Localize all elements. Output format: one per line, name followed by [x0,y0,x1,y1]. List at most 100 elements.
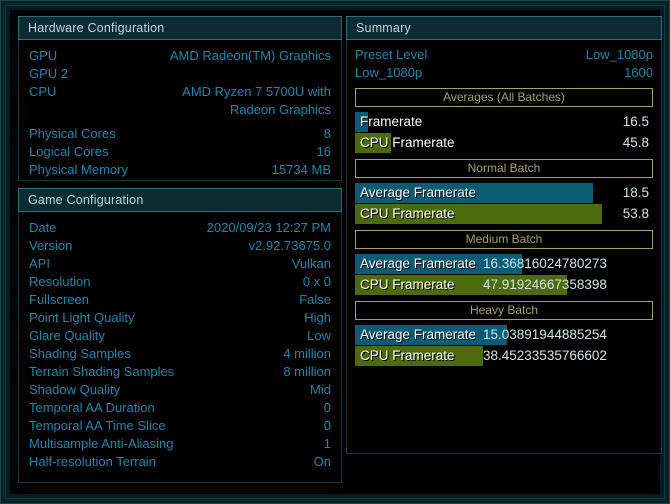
game-configuration-value: On [313,454,331,469]
game-configuration-label: Glare Quality [29,328,105,343]
metric-bar-value: 47.91924667358398 [483,277,607,292]
hardware-configuration-label: GPU 2 [29,66,69,81]
metric-bar-row: Average Framerate 16.36816024780273 [355,254,653,274]
hardware-configuration-value: Radeon Graphics [229,102,331,117]
game-configuration-row: Point Light Quality High [29,309,331,327]
metric-bar-row: CPU Framerate 38.45233535766602 [355,346,653,366]
hardware-configuration-label: CPU [29,84,57,99]
summary-section-header: Averages (All Batches) [355,88,653,107]
hardware-configuration-row: Radeon Graphics [29,101,331,119]
game-configuration-row: Version v2.92.73675.0 [29,237,331,255]
metric-bar-row: CPU Framerate 53.8 [355,204,653,224]
game-configuration-label: Point Light Quality [29,310,135,325]
hardware-configuration-label: GPU [29,48,58,63]
game-configuration-row: Shadow Quality Mid [29,381,331,399]
hardware-configuration-body: GPU AMD Radeon(TM) Graphics GPU 2 CPU AMD Ry… [18,40,342,181]
game-configuration-row: Temporal AA Time Slice 0 [29,417,331,435]
game-configuration-row: Multisample Anti-Aliasing 1 [29,435,331,453]
summary-preset-row: Low_1080p 1600 [355,64,653,82]
game-configuration-value: 0 x 0 [302,274,331,289]
summary-body: Preset Level Low_1080p Low_1080p 1600 Avera… [346,40,662,454]
metric-bar-label: Average Framerate [360,327,477,342]
game-configuration-row: Date 2020/09/23 12:27 PM [29,219,331,237]
metric-bar-label: CPU Framerate [360,206,455,221]
hardware-configuration-label: Logical Cores [29,144,109,159]
hardware-configuration-row: Physical Cores 8 [29,125,331,143]
hardware-configuration-row: GPU 2 [29,65,331,83]
summary-preset-value: Low_1080p [585,47,653,62]
metric-bar-value: 16.5 [622,114,649,129]
summary-preset-row: Preset Level Low_1080p [355,46,653,64]
game-configuration-label: Resolution [29,274,91,289]
metric-bar-row: Average Framerate 15.03891944885254 [355,325,653,345]
metric-bar-row: Average Framerate 18.5 [355,183,653,203]
summary-sections: Averages (All Batches) Framerate 16.5 CPU F… [355,88,653,366]
game-configuration-row: Resolution 0 x 0 [29,273,331,291]
game-configuration-label: Temporal AA Time Slice [29,418,166,433]
game-configuration-value: 4 million [283,346,331,361]
game-configuration-label: Fullscreen [29,292,89,307]
game-configuration-value: High [304,310,331,325]
hardware-configuration-title: Hardware Configuration [18,16,342,40]
game-configuration-row: Glare Quality Low [29,327,331,345]
game-configuration-value: v2.92.73675.0 [248,238,331,253]
game-configuration-label: Temporal AA Duration [29,400,155,415]
game-configuration-value: Vulkan [291,256,331,271]
summary-preset-value: 1600 [624,65,653,80]
hardware-configuration-value: 8 [323,126,331,141]
game-configuration-value: 1 [323,436,331,451]
hardware-configuration-row: Physical Memory 15734 MB [29,161,331,179]
window-inner-frame: Hardware Configuration GPU AMD Radeon(TM)… [5,5,665,499]
metric-bar-label: Average Framerate [360,185,477,200]
game-configuration-label: Terrain Shading Samples [29,364,175,379]
metric-bar-row: CPU Framerate 45.8 [355,133,653,153]
game-configuration-row: Shading Samples 4 million [29,345,331,363]
hardware-configuration-row: Logical Cores 16 [29,143,331,161]
game-configuration-row: API Vulkan [29,255,331,273]
game-configuration-value: False [299,292,331,307]
game-configuration-value: Low [307,328,331,343]
metric-bar-value: 16.36816024780273 [483,256,607,271]
summary-preset-label: Preset Level [355,47,428,62]
game-configuration-value: 2020/09/23 12:27 PM [206,220,331,235]
hardware-rows: GPU AMD Radeon(TM) Graphics GPU 2 CPU AMD Ry… [29,47,331,179]
game-rows: Date 2020/09/23 12:27 PM Version v2.92.7367… [29,219,331,471]
game-configuration-row: Half-resolution Terrain On [29,453,331,471]
game-configuration-value: 8 million [283,364,331,379]
game-configuration-row: Terrain Shading Samples 8 million [29,363,331,381]
game-configuration-body: Date 2020/09/23 12:27 PM Version v2.92.7367… [18,212,342,483]
game-configuration-panel: Game Configuration Date 2020/09/23 12:27 … [18,188,342,483]
metric-bar-value: 18.5 [622,185,649,200]
summary-panel: Summary Preset Level Low_1080p Low_1080p 16… [346,16,662,454]
game-configuration-label: Date [29,220,57,235]
hardware-configuration-label: Physical Memory [29,162,128,177]
game-configuration-label: Version [29,238,73,253]
window-stage: Hardware Configuration GPU AMD Radeon(TM)… [10,10,662,494]
game-configuration-value: 0 [323,418,331,433]
metric-bar-label: CPU Framerate [360,135,455,150]
summary-section-header: Medium Batch [355,230,653,249]
metric-bar-value: 38.45233535766602 [483,348,607,363]
game-configuration-label: API [29,256,50,271]
hardware-configuration-panel: Hardware Configuration GPU AMD Radeon(TM)… [18,16,342,181]
hardware-configuration-value: AMD Radeon(TM) Graphics [169,48,331,63]
hardware-configuration-label: Physical Cores [29,126,116,141]
metric-bar-value: 45.8 [622,135,649,150]
summary-section-header: Normal Batch [355,159,653,178]
metric-bar-label: Framerate [360,114,423,129]
metric-bar-value: 15.03891944885254 [483,327,607,342]
benchmark-window: Hardware Configuration GPU AMD Radeon(TM)… [0,0,670,504]
game-configuration-label: Shading Samples [29,346,131,361]
game-configuration-value: Mid [310,382,331,397]
game-configuration-row: Fullscreen False [29,291,331,309]
metric-bar-row: Framerate 16.5 [355,112,653,132]
game-configuration-label: Multisample Anti-Aliasing [29,436,174,451]
game-configuration-value: 0 [323,400,331,415]
metric-bar-label: Average Framerate [360,256,477,271]
metric-bar-value: 53.8 [622,206,649,221]
summary-section-header: Heavy Batch [355,301,653,320]
hardware-configuration-value: AMD Ryzen 7 5700U with [182,84,331,99]
summary-preset-rows: Preset Level Low_1080p Low_1080p 1600 [355,46,653,82]
metric-bar-label: CPU Framerate [360,348,455,363]
metric-bar-label: CPU Framerate [360,277,455,292]
